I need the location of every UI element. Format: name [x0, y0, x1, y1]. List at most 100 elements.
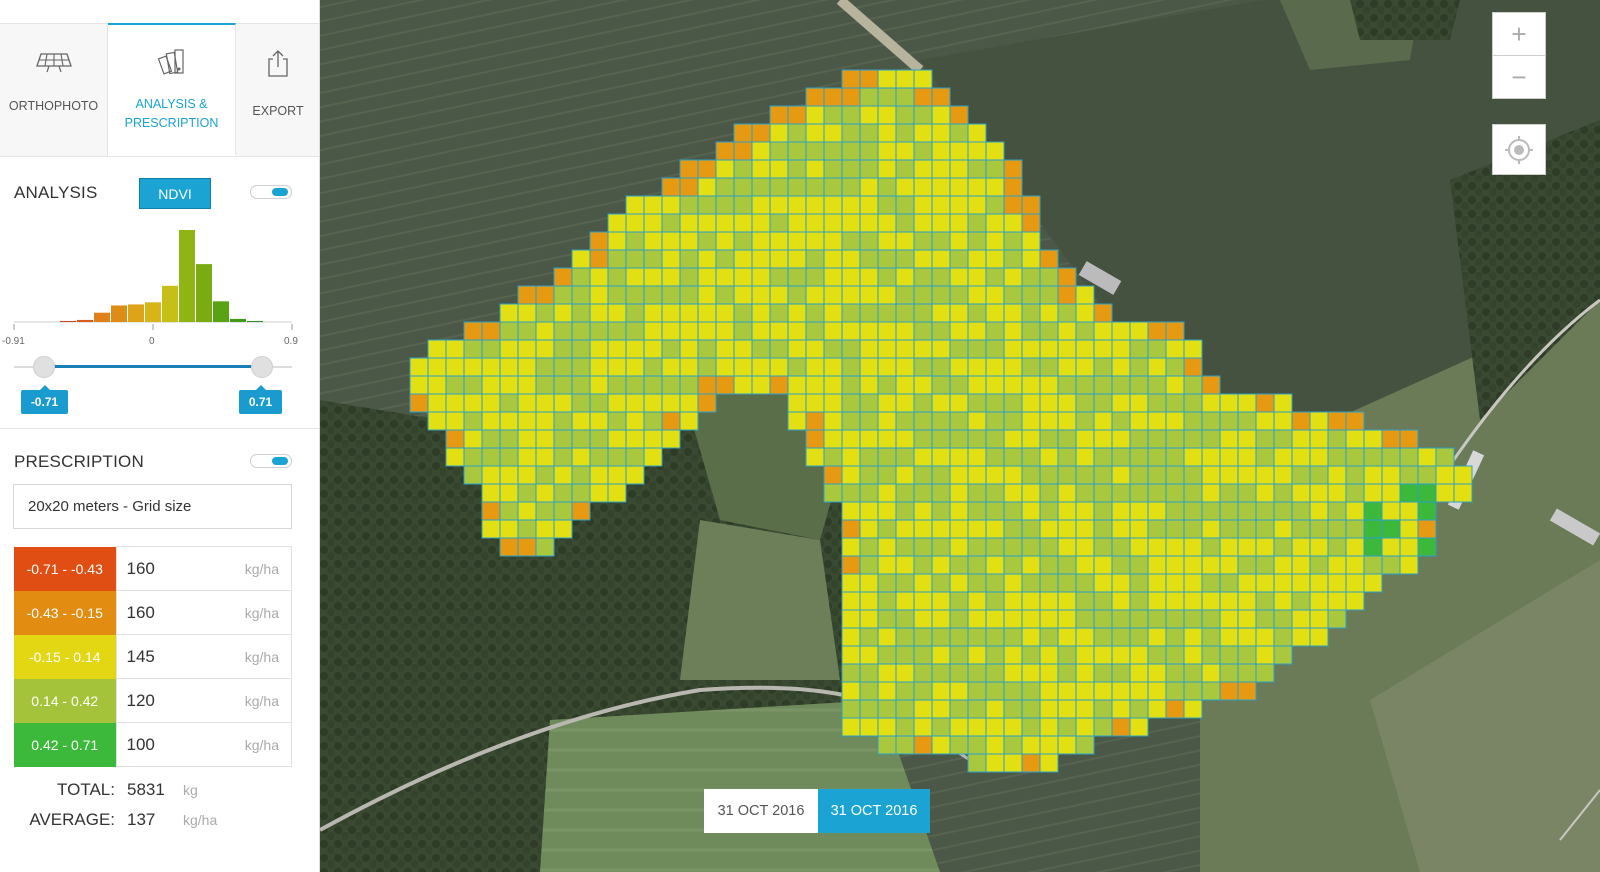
- tab-export[interactable]: EXPORT: [236, 24, 319, 156]
- grid-cell: [1201, 375, 1221, 395]
- grid-cell: [895, 105, 915, 125]
- grid-cell: [949, 303, 969, 323]
- grid-size-field[interactable]: 20x20 meters - Grid size: [13, 484, 292, 529]
- grid-cell: [1327, 447, 1347, 467]
- map-view[interactable]: + − 31 OCT 2016 31 OCT 2016: [320, 0, 1600, 872]
- grid-cell: [679, 267, 699, 287]
- date-option-2[interactable]: 31 OCT 2016: [818, 789, 930, 833]
- tab-export-label: EXPORT: [252, 104, 304, 118]
- grid-cell: [1165, 411, 1185, 431]
- date-option-1[interactable]: 31 OCT 2016: [704, 789, 818, 833]
- grid-cell: [481, 339, 501, 359]
- grid-cell: [1165, 537, 1185, 557]
- grid-cell: [985, 159, 1005, 179]
- grid-cell: [985, 609, 1005, 629]
- grid-cell: [1075, 285, 1095, 305]
- zone-rate[interactable]: 160: [115, 546, 196, 591]
- zone-range: -0.71 - -0.43: [14, 546, 116, 591]
- grid-cell: [1291, 501, 1311, 521]
- grid-cell: [859, 537, 879, 557]
- grid-cell: [1021, 249, 1041, 269]
- grid-cell: [949, 339, 969, 359]
- grid-cell: [877, 645, 897, 665]
- analysis-toggle[interactable]: [250, 185, 292, 199]
- grid-cell: [1111, 321, 1131, 341]
- grid-cell: [1057, 285, 1077, 305]
- grid-cell: [859, 447, 879, 467]
- zoom-in-button[interactable]: +: [1492, 12, 1546, 56]
- grid-cell: [1057, 321, 1077, 341]
- grid-cell: [1327, 591, 1347, 611]
- grid-cell: [1093, 699, 1113, 719]
- grid-cell: [895, 447, 915, 467]
- grid-cell: [679, 177, 699, 197]
- grid-cell: [499, 303, 519, 323]
- zone-rate[interactable]: 120: [115, 678, 196, 723]
- grid-cell: [1039, 663, 1059, 683]
- grid-cell: [913, 609, 933, 629]
- grid-cell: [607, 249, 627, 269]
- grid-cell: [553, 411, 573, 431]
- grid-cell: [841, 303, 861, 323]
- zone-rate[interactable]: 160: [115, 590, 196, 635]
- grid-cell: [1165, 483, 1185, 503]
- grid-cell: [841, 501, 861, 521]
- grid-cell: [1183, 699, 1203, 719]
- grid-cell: [949, 393, 969, 413]
- grid-cell: [1219, 681, 1239, 701]
- grid-cell: [769, 141, 789, 161]
- grid-cell: [985, 429, 1005, 449]
- tab-analysis-prescription[interactable]: ANALYSIS & PRESCRIPTION: [108, 23, 236, 155]
- grid-cell: [949, 177, 969, 197]
- zone-rate[interactable]: 145: [115, 634, 196, 679]
- locate-button[interactable]: [1492, 124, 1546, 175]
- range-slider-max-handle[interactable]: [251, 356, 273, 378]
- grid-cell: [841, 429, 861, 449]
- grid-cell: [769, 159, 789, 179]
- grid-cell: [1021, 411, 1041, 431]
- grid-cell: [1075, 663, 1095, 683]
- grid-cell: [805, 123, 825, 143]
- grid-cell: [625, 231, 645, 251]
- zoom-out-button[interactable]: −: [1492, 55, 1546, 99]
- grid-cell: [643, 321, 663, 341]
- ndvi-button[interactable]: NDVI: [139, 178, 211, 209]
- grid-cell: [805, 339, 825, 359]
- grid-cell: [1417, 537, 1437, 557]
- grid-cell: [1165, 663, 1185, 683]
- grid-cell: [949, 213, 969, 233]
- grid-cell: [877, 267, 897, 287]
- grid-cell: [679, 339, 699, 359]
- grid-cell: [1201, 627, 1221, 647]
- range-slider-min-handle[interactable]: [33, 356, 55, 378]
- zone-rate[interactable]: 100: [115, 722, 196, 767]
- grid-cell: [553, 447, 573, 467]
- grid-cell: [1003, 447, 1023, 467]
- grid-cell: [1039, 627, 1059, 647]
- prescription-toggle[interactable]: [250, 454, 292, 468]
- tab-orthophoto[interactable]: ORTHOPHOTO: [0, 24, 108, 156]
- grid-cell: [553, 483, 573, 503]
- grid-cell: [895, 303, 915, 323]
- grid-cell: [949, 735, 969, 755]
- grid-cell: [913, 447, 933, 467]
- analysis-title: ANALYSIS: [14, 183, 98, 202]
- grid-cell: [985, 393, 1005, 413]
- grid-cell: [1255, 465, 1275, 485]
- grid-cell: [967, 357, 987, 377]
- grid-cell: [589, 249, 609, 269]
- grid-cell: [1237, 537, 1257, 557]
- grid-cell: [1291, 465, 1311, 485]
- grid-cell: [697, 393, 717, 413]
- grid-cell: [931, 429, 951, 449]
- grid-cell: [679, 393, 699, 413]
- grid-cell: [1201, 447, 1221, 467]
- grid-cell: [1147, 447, 1167, 467]
- grid-cell: [1165, 627, 1185, 647]
- grid-cell: [661, 195, 681, 215]
- grid-cell: [967, 735, 987, 755]
- grid-cell: [1039, 699, 1059, 719]
- grid-cell: [751, 231, 771, 251]
- grid-cell: [1057, 663, 1077, 683]
- grid-cell: [859, 267, 879, 287]
